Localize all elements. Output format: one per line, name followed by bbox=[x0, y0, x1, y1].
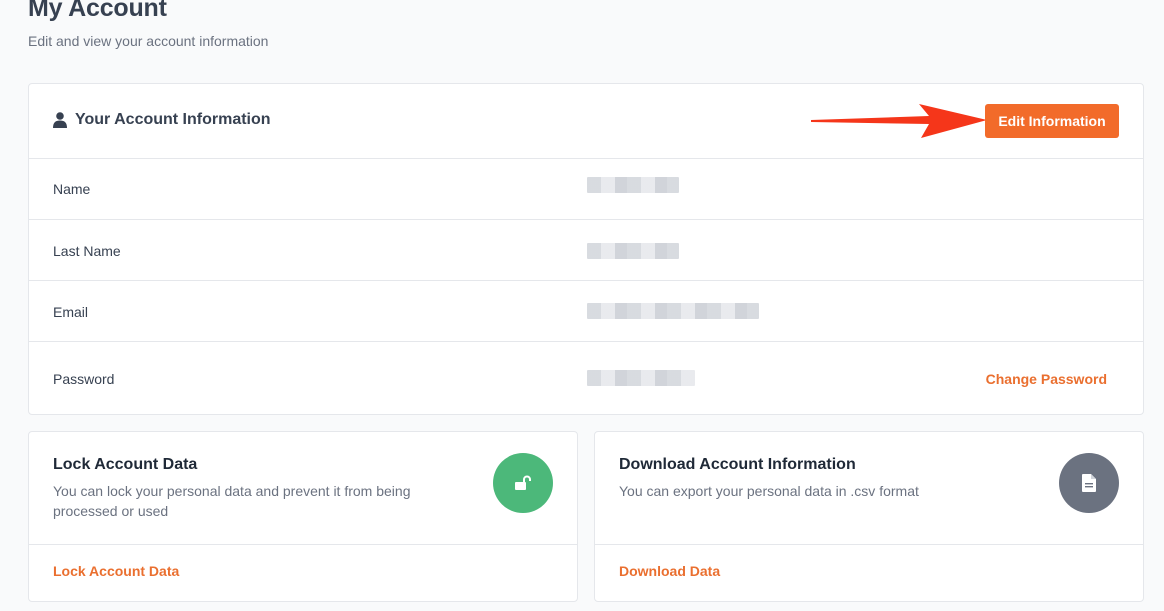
document-icon-circle bbox=[1059, 453, 1119, 513]
email-label: Email bbox=[53, 304, 89, 320]
download-account-title: Download Account Information bbox=[619, 456, 856, 473]
lock-icon-circle bbox=[493, 453, 553, 513]
name-label: Name bbox=[53, 181, 91, 197]
arrow-annotation bbox=[811, 104, 987, 138]
lock-account-card: Lock Account Data You can lock your pers… bbox=[28, 431, 578, 602]
name-value-redacted bbox=[587, 177, 679, 193]
account-info-card: Your Account Information Edit Informatio… bbox=[28, 83, 1144, 415]
name-row: Name bbox=[29, 159, 1143, 220]
download-account-card: Download Account Information You can exp… bbox=[594, 431, 1144, 602]
lock-account-link[interactable]: Lock Account Data bbox=[53, 563, 179, 579]
document-icon bbox=[1082, 474, 1096, 492]
account-info-title: Your Account Information bbox=[53, 111, 271, 129]
lock-account-description: You can lock your personal data and prev… bbox=[53, 483, 411, 519]
last-name-label: Last Name bbox=[53, 243, 121, 259]
change-password-link[interactable]: Change Password bbox=[986, 371, 1107, 387]
lock-account-title: Lock Account Data bbox=[53, 456, 198, 473]
user-icon bbox=[53, 112, 67, 128]
account-info-header: Your Account Information Edit Informatio… bbox=[29, 84, 1143, 159]
page-title: My Account bbox=[28, 0, 167, 22]
last-name-row: Last Name bbox=[29, 220, 1143, 281]
download-data-link[interactable]: Download Data bbox=[619, 563, 720, 579]
download-account-description: You can export your personal data in .cs… bbox=[619, 483, 919, 499]
unlock-icon bbox=[515, 475, 531, 490]
edit-information-button[interactable]: Edit Information bbox=[985, 104, 1119, 138]
last-name-value-redacted bbox=[587, 243, 679, 259]
email-value-redacted bbox=[587, 303, 759, 319]
lock-account-body: Lock Account Data You can lock your pers… bbox=[29, 432, 577, 545]
password-label: Password bbox=[53, 371, 115, 387]
download-account-body: Download Account Information You can exp… bbox=[595, 432, 1143, 545]
page-subtitle: Edit and view your account information bbox=[28, 33, 269, 49]
email-row: Email bbox=[29, 281, 1143, 342]
password-value-redacted bbox=[587, 370, 695, 386]
account-info-title-text: Your Account Information bbox=[75, 111, 271, 128]
password-row: Password Change Password bbox=[29, 342, 1143, 415]
